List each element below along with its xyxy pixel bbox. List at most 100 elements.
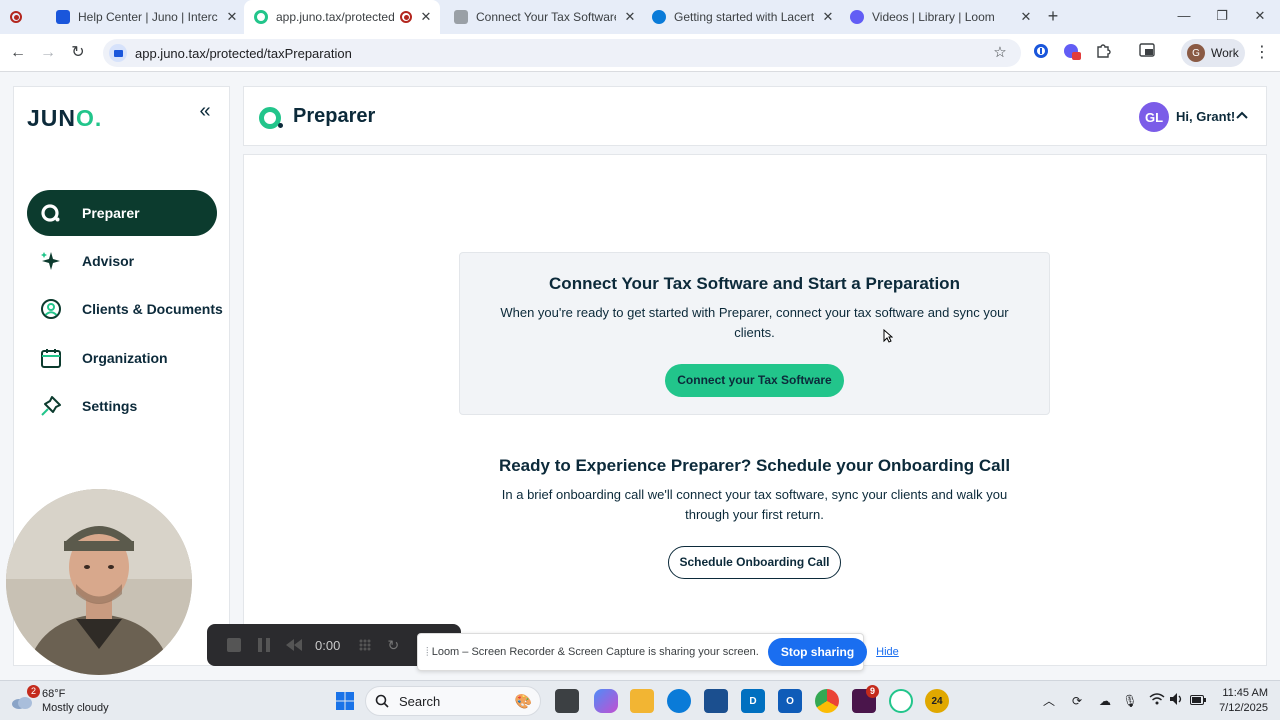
- task-view-icon[interactable]: [555, 689, 579, 713]
- juno-app-icon[interactable]: [889, 689, 913, 713]
- windows-taskbar: 2 68°F Mostly cloudy Search 🎨 D O 9 24 ︿…: [0, 680, 1280, 720]
- user-avatar[interactable]: GL: [1139, 102, 1169, 132]
- slack-icon[interactable]: 9: [852, 685, 879, 713]
- bookmark-star-icon[interactable]: ☆: [990, 43, 1010, 63]
- address-toolbar: ← → ↻ app.juno.tax/protected/taxPreparat…: [0, 34, 1280, 72]
- back-icon[interactable]: ←: [8, 43, 28, 63]
- browser-tab-bar: Help Center | Juno | Intercom ✕ app.juno…: [0, 0, 1280, 34]
- drawing-tool-icon[interactable]: [354, 634, 376, 656]
- onboarding-description: In a brief onboarding call we'll connect…: [501, 487, 1008, 522]
- windows-start-icon[interactable]: [333, 689, 357, 713]
- record-icon: [10, 11, 22, 23]
- show-hidden-icons-icon[interactable]: ︿: [1040, 692, 1058, 710]
- tab-help-center[interactable]: Help Center | Juno | Intercom ✕: [46, 0, 240, 34]
- recording-timer: 0:00: [315, 637, 341, 653]
- extensions-puzzle-icon[interactable]: [1093, 43, 1113, 63]
- outlook-icon[interactable]: O: [778, 689, 802, 713]
- user-greeting[interactable]: Hi, Grant!: [1176, 109, 1235, 124]
- sidebar-item-advisor[interactable]: Advisor: [27, 238, 217, 284]
- mouse-cursor-icon: [883, 329, 893, 343]
- close-icon[interactable]: ✕: [622, 9, 638, 25]
- system-clock[interactable]: 11:45 AM 7/12/2025: [1218, 686, 1268, 716]
- search-icon: [375, 694, 389, 708]
- edge-favicon-icon: [652, 10, 666, 24]
- sidebar-item-organization[interactable]: Organization: [27, 335, 217, 381]
- site-info-icon[interactable]: [109, 44, 127, 62]
- sync-icon[interactable]: ⟳: [1068, 692, 1086, 710]
- battery-icon[interactable]: [1189, 692, 1207, 710]
- sidebar-item-clients-documents[interactable]: Clients & Documents: [27, 286, 223, 332]
- preparer-icon: [40, 202, 62, 224]
- tab-loom-library[interactable]: Videos | Library | Loom ✕: [840, 0, 1034, 34]
- taskbar-search[interactable]: Search 🎨: [365, 686, 541, 716]
- loom-webcam-bubble[interactable]: [6, 489, 192, 675]
- app-area: JUNO. « Preparer Advisor Clients & Docum…: [0, 72, 1280, 680]
- hide-link[interactable]: Hide: [876, 646, 899, 658]
- copilot-icon[interactable]: [594, 689, 618, 713]
- stop-sharing-button[interactable]: Stop sharing: [767, 638, 868, 666]
- juno-logo[interactable]: JUNO.: [27, 105, 102, 132]
- chrome-icon[interactable]: [815, 689, 839, 713]
- calendar-icon: [40, 347, 62, 369]
- main-content: Connect Your Tax Software and Start a Pr…: [243, 154, 1267, 666]
- pause-icon[interactable]: [253, 634, 275, 656]
- page-header: Preparer GL Hi, Grant!: [243, 86, 1267, 146]
- sidebar-item-settings[interactable]: Settings: [27, 383, 217, 429]
- close-icon[interactable]: ✕: [1018, 9, 1034, 25]
- edge-icon[interactable]: [667, 689, 691, 713]
- rewind-icon[interactable]: [283, 634, 305, 656]
- weather-widget[interactable]: 2 68°F Mostly cloudy: [10, 685, 120, 717]
- volume-icon[interactable]: [1168, 692, 1186, 710]
- tab-recording-icon: [400, 11, 412, 23]
- browser-menu-icon[interactable]: ⋮: [1252, 43, 1272, 63]
- tab-connect-software[interactable]: Connect Your Tax Software to Ju ✕: [444, 0, 638, 34]
- juno-favicon-icon: [254, 10, 268, 24]
- stop-recording-icon[interactable]: [223, 634, 245, 656]
- new-tab-icon[interactable]: +: [1043, 6, 1063, 26]
- close-icon[interactable]: ✕: [224, 9, 240, 25]
- file-explorer-icon[interactable]: [630, 689, 654, 713]
- close-icon[interactable]: ✕: [820, 9, 836, 25]
- forward-icon[interactable]: →: [38, 43, 58, 63]
- onedrive-icon[interactable]: ☁: [1096, 692, 1114, 710]
- screen-sharing-notice: ⦙ Loom – Screen Recorder & Screen Captur…: [417, 633, 899, 671]
- connect-tax-software-button[interactable]: Connect your Tax Software: [665, 364, 844, 397]
- schedule-onboarding-button[interactable]: Schedule Onboarding Call: [668, 546, 841, 579]
- tab-search-icon[interactable]: [1137, 43, 1157, 63]
- restart-icon[interactable]: ↻: [382, 634, 404, 656]
- minimize-icon[interactable]: —: [1172, 6, 1196, 26]
- microphone-icon[interactable]: 🎙: [1121, 692, 1139, 710]
- reload-icon[interactable]: ↻: [68, 43, 88, 63]
- preparer-logo-dot: [278, 123, 283, 128]
- collapse-sidebar-icon[interactable]: «: [194, 101, 216, 123]
- temperature: 68°F: [42, 688, 66, 700]
- connect-heading: Connect Your Tax Software and Start a Pr…: [549, 274, 960, 293]
- store-icon[interactable]: [704, 689, 728, 713]
- profile-button[interactable]: G Work: [1181, 39, 1245, 67]
- password-manager-icon[interactable]: [1031, 43, 1051, 63]
- close-icon[interactable]: ✕: [418, 9, 434, 25]
- webcam-person-image: [6, 489, 192, 675]
- slack-badge: 9: [866, 685, 879, 698]
- chevron-up-icon[interactable]: [1234, 107, 1250, 123]
- wifi-icon[interactable]: [1148, 692, 1166, 710]
- recording-indicator[interactable]: [10, 0, 40, 34]
- tab-lacerte[interactable]: Getting started with Lacerte SD ✕: [642, 0, 836, 34]
- window-close-icon[interactable]: ✕: [1248, 6, 1272, 26]
- address-bar[interactable]: app.juno.tax/protected/taxPreparation: [103, 39, 1021, 67]
- connect-software-card: Connect Your Tax Software and Start a Pr…: [459, 252, 1050, 415]
- intercom-favicon-icon: [56, 10, 70, 24]
- loom-favicon-icon: [850, 10, 864, 24]
- dell-icon[interactable]: D: [741, 689, 765, 713]
- page-title: Preparer: [293, 105, 376, 127]
- document-favicon-icon: [454, 10, 468, 24]
- sidebar-item-preparer[interactable]: Preparer: [27, 190, 217, 236]
- loom-extension-icon[interactable]: [1062, 43, 1082, 63]
- search-highlight-icon: 🎨: [514, 692, 532, 709]
- url-text[interactable]: app.juno.tax/protected/taxPreparation: [135, 46, 352, 61]
- drag-handle-icon[interactable]: ⦙: [426, 645, 429, 660]
- maximize-icon[interactable]: ❐: [1210, 6, 1234, 26]
- connect-description: When you're ready to get started with Pr…: [500, 305, 1009, 340]
- calendar-badge-icon[interactable]: 24: [925, 689, 949, 713]
- tab-taxpreparation[interactable]: app.juno.tax/protected/taxPr ✕: [244, 0, 440, 34]
